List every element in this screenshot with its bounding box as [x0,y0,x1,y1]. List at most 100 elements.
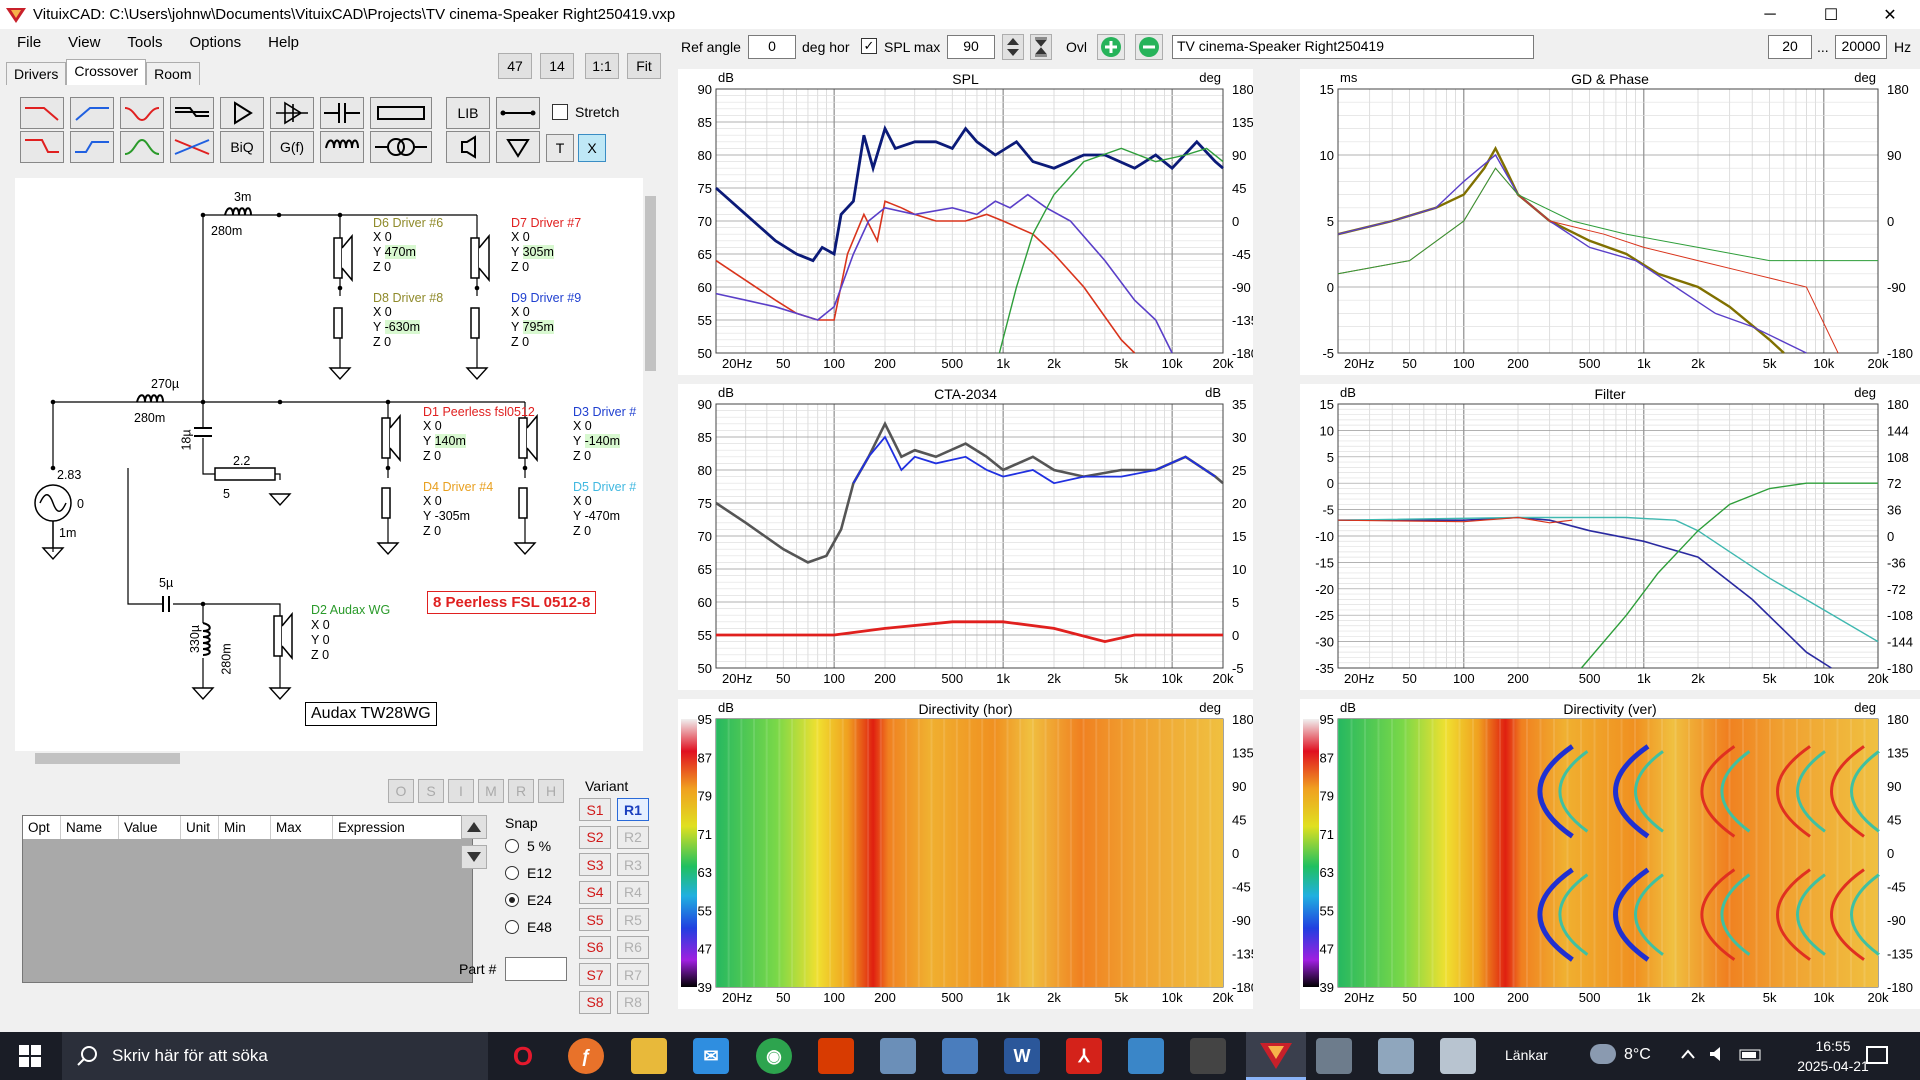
spl-auto-button[interactable] [1030,34,1052,60]
driver-d3-name[interactable]: D3 Driver # [573,405,636,419]
directivity-ver-panel[interactable]: Directivity (ver) 95 87 79 71 63 55 47 39 180 135 9… [1300,699,1920,1009]
shelf-tool[interactable] [170,97,214,129]
zoom-47-button[interactable]: 47 [498,53,532,79]
snap-e24-radio[interactable]: E24 [505,892,552,908]
move-up-button[interactable] [461,815,487,839]
capacitor-tool[interactable] [320,97,364,129]
maximize-button[interactable]: ☐ [1803,0,1859,29]
project-name-input[interactable]: TV cinema-Speaker Right250419 [1172,35,1534,59]
variant-s3-button[interactable]: S3 [579,853,611,876]
java-taskbar-icon[interactable] [1440,1038,1476,1074]
photos-taskbar-icon[interactable] [1128,1038,1164,1074]
highpass1-tool[interactable] [70,97,114,129]
driver-d7-name[interactable]: D7 Driver #7 [511,216,581,230]
inductor-tool[interactable] [320,131,364,163]
col-expression[interactable]: Expression [333,816,472,839]
vituixcad-taskbar-active[interactable] [1246,1032,1306,1080]
variant-s8-button[interactable]: S8 [579,990,611,1014]
driver-d9-name[interactable]: D9 Driver #9 [511,291,581,305]
col-unit[interactable]: Unit [181,816,219,839]
tab-drivers[interactable]: Drivers [6,62,67,85]
calculator-taskbar-icon[interactable] [942,1038,978,1074]
weather-icon[interactable] [1590,1044,1616,1064]
computer-taskbar-icon[interactable] [880,1038,916,1074]
app-taskbar-icon[interactable] [1190,1038,1226,1074]
peak-tool[interactable] [120,131,164,163]
gd-phase-chart-panel[interactable]: GD & Phase 15 10 5 0 -5 180 90 0 -90 -180 ms deg 20Hz… [1300,69,1920,375]
spl-max-checkbox[interactable]: ✓ [861,38,877,54]
driver-d6-name[interactable]: D6 Driver #6 [373,216,443,230]
driver-d2-name[interactable]: D2 Audax WG [311,603,390,617]
variant-r3-button[interactable]: R3 [617,853,649,876]
driver-d5-name[interactable]: D5 Driver # [573,480,636,494]
gf-tool[interactable]: G(f) [270,131,314,163]
word-taskbar-icon[interactable]: W [1004,1038,1040,1074]
library-tool[interactable]: LIB [446,97,490,129]
driver-d4-name[interactable]: D4 Driver #4 [423,480,493,494]
col-name[interactable]: Name [61,816,119,839]
links-toolbar-label[interactable]: Länkar [1505,1047,1548,1063]
col-value[interactable]: Value [119,816,181,839]
variant-r6-button[interactable]: R6 [617,935,649,959]
lowpass1-tool[interactable] [20,97,64,129]
menu-options[interactable]: Options [172,34,251,51]
spl-max-input[interactable]: 90 [947,35,995,59]
acrobat-taskbar-icon[interactable]: ⅄ [1066,1038,1102,1074]
paint-taskbar-icon[interactable] [1378,1038,1414,1074]
lowpass2-tool[interactable] [20,131,64,163]
opt-h-button[interactable]: H [538,779,564,803]
firefox-taskbar-icon[interactable]: ƒ [568,1038,604,1074]
variant-r5-button[interactable]: R5 [617,908,649,931]
allpass-tool[interactable] [170,131,214,163]
opt-s-button[interactable]: S [418,779,444,803]
variant-s2-button[interactable]: S2 [579,825,611,849]
mail-taskbar-icon[interactable]: ✉ [693,1038,729,1074]
transformer-tool[interactable] [370,131,432,163]
zoom-1to1-button[interactable]: 1:1 [585,53,619,79]
delete-tool[interactable]: X [578,134,606,162]
driver-tool[interactable] [446,131,490,163]
col-max[interactable]: Max [271,816,333,839]
ground-tool[interactable] [496,131,540,163]
taskbar-search-box[interactable]: Skriv här för att söka [62,1032,488,1080]
snap-e12-radio[interactable]: E12 [505,865,552,881]
snap-e48-radio[interactable]: E48 [505,919,552,935]
menu-help[interactable]: Help [251,34,309,51]
biquad-tool[interactable]: BiQ [220,131,264,163]
notification-center-icon[interactable] [1866,1046,1888,1064]
snap-5pct-radio[interactable]: 5 % [505,838,551,854]
menu-tools[interactable]: Tools [110,34,172,51]
amplifier-tool[interactable] [220,97,264,129]
minimize-button[interactable]: ─ [1742,0,1798,29]
variant-s6-button[interactable]: S6 [579,935,611,959]
resistor-tool[interactable] [370,97,432,129]
office-taskbar-icon[interactable] [818,1038,854,1074]
variant-s1-button[interactable]: S1 [579,798,611,821]
zoom-fit-button[interactable]: Fit [627,53,661,79]
variant-r2-button[interactable]: R2 [617,825,649,849]
system-tray-icons[interactable] [1680,1044,1780,1068]
weather-temp[interactable]: 8°C [1624,1046,1651,1064]
buffer-tool[interactable] [270,97,314,129]
notch-tool[interactable] [120,97,164,129]
tab-room[interactable]: Room [146,62,200,85]
remove-overlay-button[interactable] [1135,34,1163,60]
monitor-taskbar-icon[interactable] [1316,1038,1352,1074]
filter-chart-panel[interactable]: Filter 15 10 5 0 -5 -10 -15 -20 -25 -30 -35 180 144 10… [1300,384,1920,690]
cta-chart-panel[interactable]: CTA-2034 90 85 80 75 70 65 60 55 50 35 30 25 20 15 10 5 0… [678,384,1253,690]
freq-min-input[interactable]: 20 [1768,35,1812,59]
opera-taskbar-icon[interactable]: O [505,1038,541,1074]
freq-max-input[interactable]: 20000 [1835,35,1887,59]
schematic-canvas[interactable]: 3m 280m 270µ 280m 18µ 2.2 5 2.83 0 1m 5µ… [15,178,643,751]
file-explorer-taskbar-icon[interactable] [631,1038,667,1074]
variant-r7-button[interactable]: R7 [617,963,649,986]
highpass2-tool[interactable] [70,131,114,163]
variant-s4-button[interactable]: S4 [579,880,611,904]
opt-m-button[interactable]: M [478,779,504,803]
opt-i-button[interactable]: I [448,779,474,803]
spl-chart-panel[interactable]: SPL 90 85 80 75 70 65 60 55 50 180 135 90 45 0 -45 -90 -1… [678,69,1258,375]
col-opt[interactable]: Opt [23,816,61,839]
optimizer-table[interactable]: Opt Name Value Unit Min Max Expression [22,815,473,983]
directivity-hor-panel[interactable]: Directivity (hor) 95 87 79 71 63 55 47 39 180 135 9… [678,699,1258,1009]
windows-start-button[interactable] [12,1038,48,1074]
